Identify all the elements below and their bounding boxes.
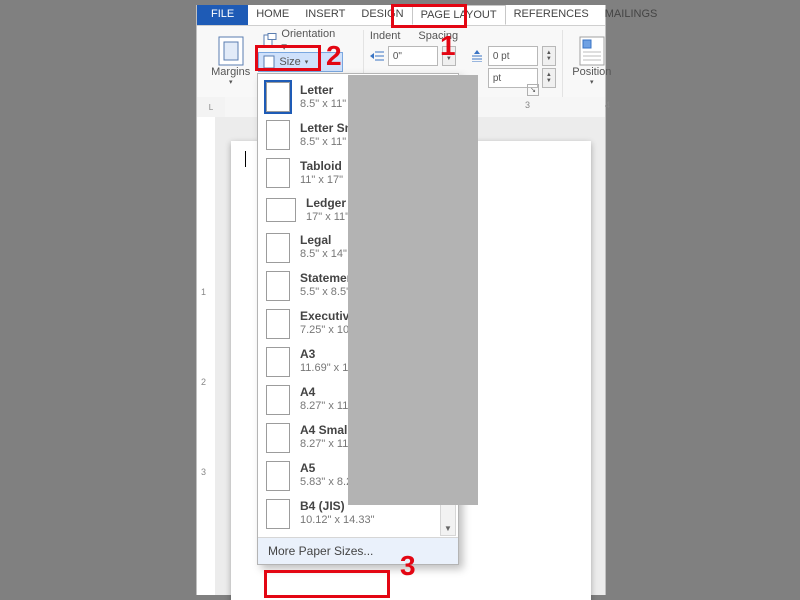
paper-icon [266, 233, 290, 263]
margins-button[interactable]: Margins ▾ [209, 30, 252, 92]
spacing-before-spinner[interactable]: ▲▼ [542, 46, 556, 66]
tab-references[interactable]: REFERENCES [506, 5, 597, 25]
ruler-vertical[interactable]: 1 2 3 [197, 117, 216, 595]
scroll-down-button[interactable]: ▼ [442, 523, 454, 535]
tab-file[interactable]: FILE [197, 5, 248, 25]
overlay-strip [348, 75, 478, 505]
paper-icon [266, 198, 296, 222]
indent-left-spinner[interactable]: ▲▼ [442, 46, 456, 66]
paper-icon [266, 82, 290, 112]
orientation-label: Orientation ▾ [281, 28, 338, 53]
ribbon-tabs: FILE HOME INSERT DESIGN PAGE LAYOUT REFE… [197, 5, 605, 25]
tab-design[interactable]: DESIGN [353, 5, 411, 25]
paper-icon [266, 347, 290, 377]
size-label: Size [279, 56, 300, 68]
ruler-tick-4: 4 [605, 100, 610, 110]
ruler-tick-3: 3 [525, 100, 530, 110]
ruler-v-2: 2 [201, 377, 206, 387]
ruler-v-3: 3 [201, 467, 206, 477]
indent-left-icon [370, 50, 384, 62]
group-arrange: Position ▾ [563, 30, 621, 100]
chevron-down-icon: ▾ [590, 78, 594, 86]
paper-icon [266, 120, 290, 150]
paragraph-dialog-launcher[interactable]: ↘ [527, 84, 539, 96]
indent-header: Indent [370, 30, 401, 42]
spacing-header: Spacing [418, 30, 458, 42]
size-dim: 11" x 17" [300, 174, 343, 188]
paper-icon [266, 423, 290, 453]
tab-insert[interactable]: INSERT [297, 5, 353, 25]
position-label: Position [572, 66, 611, 78]
spacing-after-spinner[interactable]: ▲▼ [542, 68, 556, 88]
tab-mailings[interactable]: MAILINGS [597, 5, 666, 25]
chevron-down-icon: ▾ [229, 78, 233, 86]
paper-icon [266, 158, 290, 188]
paper-icon [266, 461, 290, 491]
tab-page-layout[interactable]: PAGE LAYOUT [412, 5, 506, 25]
size-dim: 10.12" x 14.33" [300, 514, 374, 528]
size-name: Tabloid [300, 159, 343, 174]
margins-label: Margins [211, 66, 250, 78]
more-paper-sizes[interactable]: More Paper Sizes... [258, 537, 458, 564]
paper-icon [266, 385, 290, 415]
indent-left-input[interactable]: 0" [388, 46, 438, 66]
text-cursor [245, 151, 246, 167]
position-icon [579, 36, 605, 66]
size-name: Legal [300, 233, 347, 248]
size-icon [263, 55, 275, 69]
chevron-down-icon: ▾ [305, 58, 309, 66]
size-name: Ledger [306, 196, 349, 211]
margins-icon [218, 36, 244, 66]
spacing-before-input[interactable]: 0 pt [488, 46, 538, 66]
paper-icon [266, 271, 290, 301]
ruler-corner: L [197, 97, 226, 118]
spacing-before-icon [470, 50, 484, 62]
tab-home[interactable]: HOME [248, 5, 297, 25]
size-name: Letter [300, 83, 346, 98]
size-dim: 8.5" x 14" [300, 248, 347, 262]
size-dim: 17" x 11" [306, 211, 349, 225]
paper-icon [266, 309, 290, 339]
orientation-button[interactable]: Orientation ▾ [258, 30, 343, 50]
ruler-v-1: 1 [201, 287, 206, 297]
orientation-icon [263, 33, 277, 47]
size-dim: 8.5" x 11" [300, 98, 346, 112]
position-button[interactable]: Position ▾ [569, 30, 615, 92]
paper-icon [266, 499, 290, 529]
size-button[interactable]: Size ▾ [258, 52, 343, 72]
